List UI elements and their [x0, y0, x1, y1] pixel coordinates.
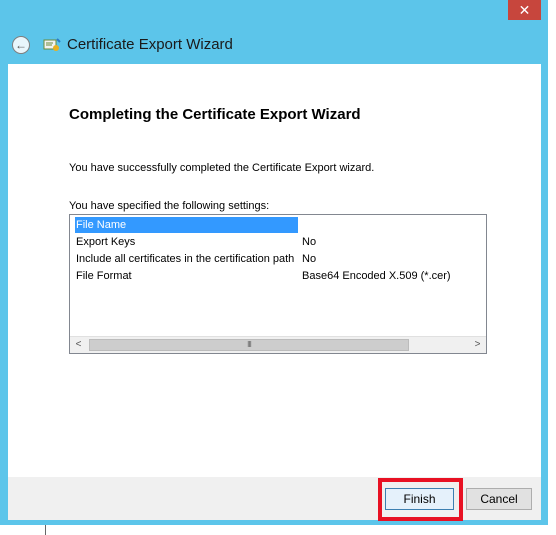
setting-value: No — [302, 253, 317, 265]
certificate-icon — [43, 38, 61, 51]
settings-label: You have specified the following setting… — [69, 200, 270, 212]
setting-key: Include all certificates in the certific… — [76, 253, 295, 265]
settings-list[interactable]: File Name Export Keys No Include all cer… — [69, 214, 487, 354]
setting-key: File Name — [75, 217, 298, 233]
wizard-window: ✕ ← Certificate Export Wizard Completing… — [0, 0, 548, 525]
setting-key: Export Keys — [76, 236, 136, 248]
scroll-thumb[interactable]: III — [89, 339, 409, 351]
setting-value: No — [302, 236, 317, 248]
setting-value: Base64 Encoded X.509 (*.cer) — [302, 270, 451, 282]
cancel-button[interactable]: Cancel — [466, 488, 532, 510]
scroll-left-icon[interactable]: < — [70, 337, 87, 353]
divider — [45, 525, 46, 535]
wizard-content: Completing the Certificate Export Wizard… — [8, 64, 541, 477]
setting-key: File Format — [76, 270, 132, 282]
highlight-box — [378, 478, 463, 521]
success-message: You have successfully completed the Cert… — [69, 162, 375, 174]
wizard-title: Certificate Export Wizard — [67, 36, 233, 53]
scroll-right-icon[interactable]: > — [469, 337, 486, 353]
page-heading: Completing the Certificate Export Wizard — [69, 106, 361, 123]
close-button[interactable]: ✕ — [508, 0, 541, 20]
back-arrow-icon[interactable]: ← — [12, 36, 30, 54]
horizontal-scrollbar[interactable]: < III > — [70, 336, 486, 353]
